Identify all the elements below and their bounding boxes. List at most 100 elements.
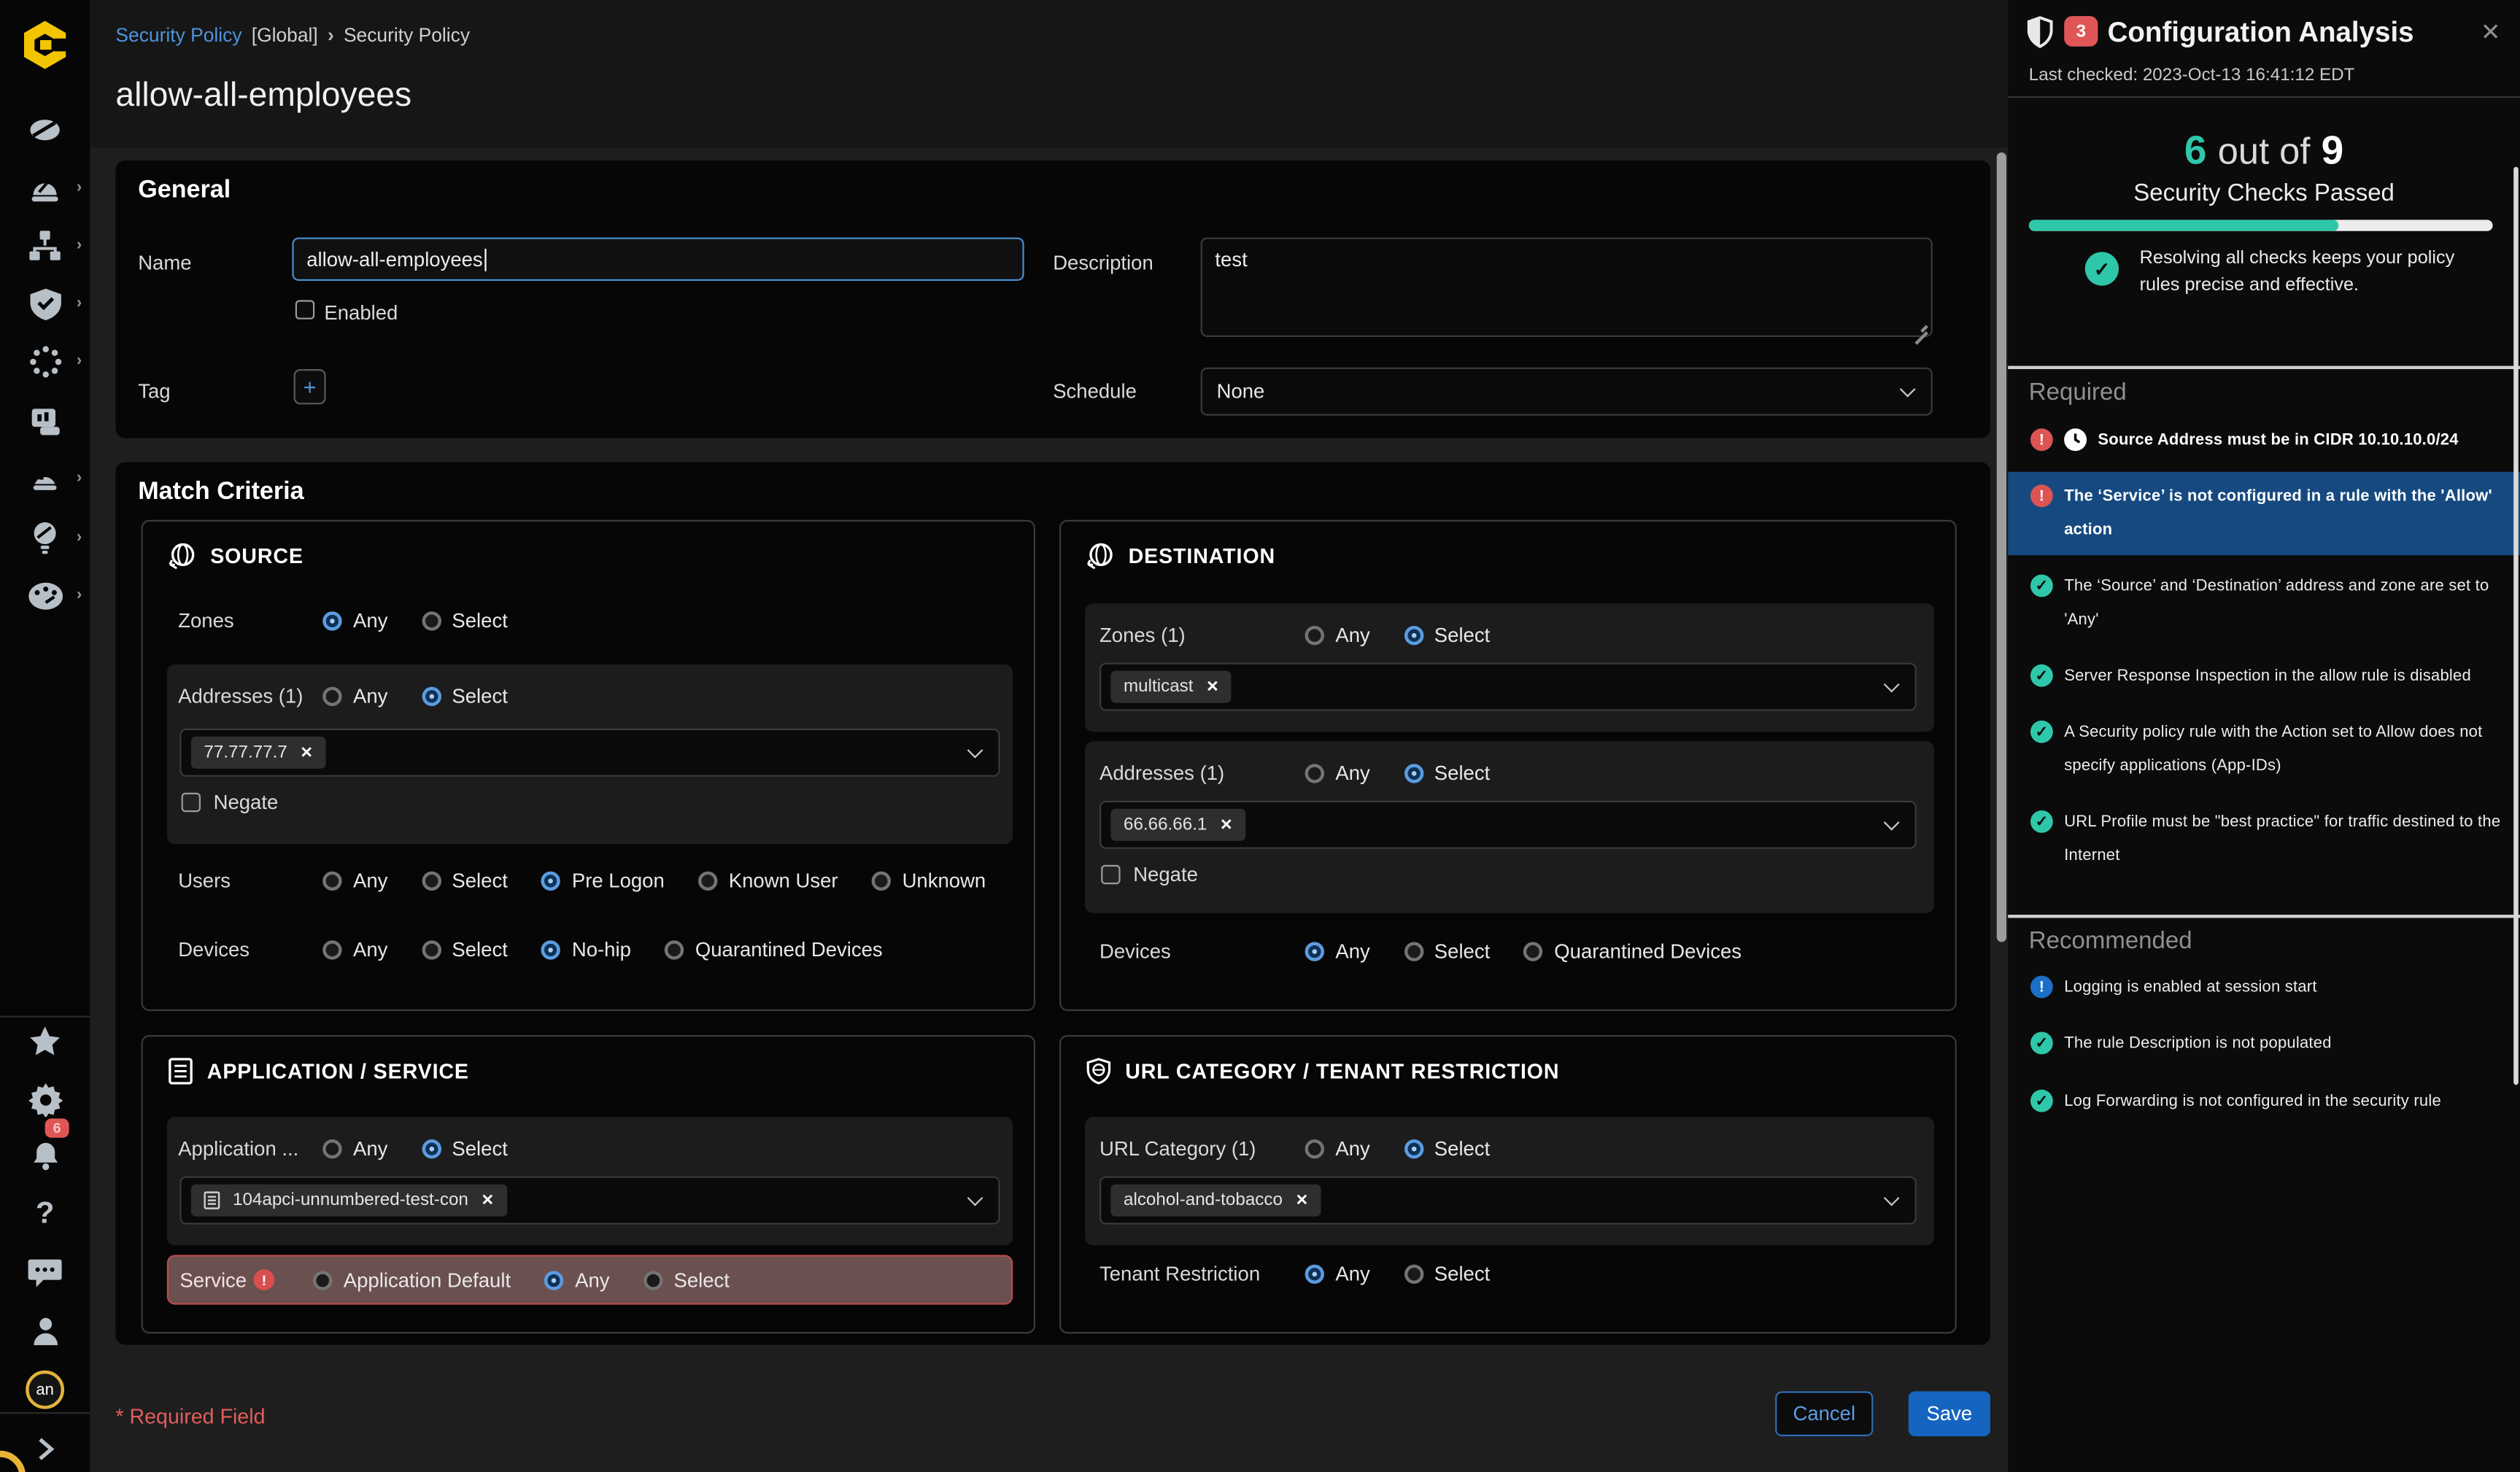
- divider: [2008, 96, 2520, 98]
- url-category-dropdown[interactable]: alcohol-and-tobacco✕: [1099, 1177, 1917, 1225]
- sidebar-item-insights[interactable]: ›: [0, 511, 90, 565]
- remove-chip-icon[interactable]: ✕: [1220, 816, 1233, 834]
- check-item[interactable]: ! Source Address must be in CIDR 10.10.1…: [2008, 424, 2520, 457]
- check-item[interactable]: ✓ URL Profile must be "best practice" fo…: [2008, 805, 2520, 872]
- check-item[interactable]: ✓ Log Forwarding is not configured in th…: [2008, 1085, 2520, 1118]
- radio-any[interactable]: [1305, 626, 1324, 645]
- breadcrumb-chevron-icon: ›: [328, 24, 334, 47]
- radio-pre-logon[interactable]: [541, 872, 560, 891]
- source-zones-row: Zones Any Select: [178, 603, 541, 638]
- radio-select[interactable]: [422, 611, 441, 630]
- check-icon: ✓: [2030, 721, 2053, 743]
- sidebar-item-user[interactable]: [0, 1303, 90, 1357]
- radio-select[interactable]: [422, 872, 441, 891]
- radio-quarantined[interactable]: [665, 940, 684, 959]
- remove-chip-icon[interactable]: ✕: [1206, 678, 1219, 696]
- negate-checkbox[interactable]: [1101, 865, 1120, 884]
- save-button[interactable]: Save: [1909, 1391, 1990, 1436]
- radio-any[interactable]: [322, 687, 341, 706]
- check-item[interactable]: ✓ The rule Description is not populated: [2008, 1027, 2520, 1061]
- text-caret: [484, 248, 486, 271]
- source-panel: SOURCE Zones Any Select Addresses (1) An…: [142, 520, 1035, 1011]
- enabled-checkbox[interactable]: [295, 300, 314, 319]
- url-category-header: URL CATEGORY / TENANT RESTRICTION: [1086, 1058, 1559, 1085]
- radio-select[interactable]: [1404, 764, 1423, 783]
- radio-select[interactable]: [1404, 1139, 1423, 1158]
- main-scrollbar[interactable]: [1993, 0, 2008, 1472]
- check-item[interactable]: ✓ The ‘Source’ and ‘Destination’ address…: [2008, 570, 2520, 637]
- sidebar-item-monitor[interactable]: ›: [0, 568, 90, 623]
- enabled-label: Enabled: [324, 302, 398, 325]
- sidebar-item-alarms[interactable]: ›: [0, 160, 90, 215]
- radio-select[interactable]: [1404, 942, 1423, 961]
- negate-checkbox[interactable]: [182, 793, 201, 812]
- sidebar-item-notifications[interactable]: 6: [0, 1128, 90, 1183]
- sidebar-divider: [0, 1412, 90, 1414]
- analysis-title: Configuration Analysis: [2108, 16, 2414, 50]
- radio-any[interactable]: [322, 872, 341, 891]
- radio-any[interactable]: [322, 611, 341, 630]
- radio-select[interactable]: [643, 1270, 662, 1289]
- sidebar-item-workflows[interactable]: ›: [0, 334, 90, 389]
- recommended-checklist: ! Logging is enabled at session start ✓ …: [2008, 971, 2520, 1141]
- description-textarea[interactable]: test: [1201, 238, 1933, 337]
- destination-addresses-group: Addresses (1) Any Select 66.66.66.1✕ Neg…: [1085, 741, 1934, 913]
- breadcrumb-link[interactable]: Security Policy: [115, 24, 241, 47]
- check-item[interactable]: ! Logging is enabled at session start: [2008, 971, 2520, 1004]
- sidebar-item-chat[interactable]: [0, 1245, 90, 1300]
- chevron-right-icon: ›: [77, 295, 82, 312]
- radio-select[interactable]: [422, 940, 441, 959]
- radio-any[interactable]: [322, 1139, 341, 1158]
- sidebar-item-security[interactable]: ›: [0, 276, 90, 330]
- radio-quarantined[interactable]: [1523, 942, 1542, 961]
- radio-any[interactable]: [1305, 1139, 1324, 1158]
- remove-chip-icon[interactable]: ✕: [1296, 1192, 1309, 1209]
- panel-scrollbar-thumb[interactable]: [2513, 167, 2519, 1085]
- destination-zones-dropdown[interactable]: multicast✕: [1099, 663, 1917, 711]
- remove-chip-icon[interactable]: ✕: [481, 1192, 494, 1209]
- check-item[interactable]: ✓ A Security policy rule with the Action…: [2008, 716, 2520, 783]
- sidebar-item-favorites[interactable]: [0, 1014, 90, 1069]
- scrollbar-thumb[interactable]: [1996, 152, 2006, 942]
- chevron-down-icon: [1884, 677, 1900, 693]
- source-users-row: Users Any Select Pre Logon Known User Un…: [178, 864, 1019, 899]
- destination-devices-row: Devices Any Select Quarantined Devices: [1099, 934, 1775, 969]
- user-avatar[interactable]: an: [0, 1363, 90, 1417]
- radio-application-default[interactable]: [313, 1270, 332, 1289]
- radio-select[interactable]: [1404, 1265, 1423, 1284]
- radio-select[interactable]: [422, 1139, 441, 1158]
- application-dropdown[interactable]: 104apci-unnumbered-test-con✕: [179, 1177, 1000, 1225]
- remove-chip-icon[interactable]: ✕: [300, 744, 313, 762]
- sidebar-item-incidents[interactable]: ›: [0, 451, 90, 505]
- progress-fill: [2029, 220, 2338, 231]
- radio-any[interactable]: [322, 940, 341, 959]
- left-sidebar: › › › › › › › 6 ? an: [0, 0, 90, 1472]
- name-input[interactable]: allow-all-employees: [292, 238, 1024, 281]
- check-item[interactable]: ✓ Server Response Inspection in the allo…: [2008, 659, 2520, 693]
- clock-icon: [2064, 428, 2087, 451]
- destination-addresses-dropdown[interactable]: 66.66.66.1✕: [1099, 801, 1917, 849]
- radio-no-hip[interactable]: [541, 940, 560, 959]
- radio-any[interactable]: [1305, 942, 1324, 961]
- close-icon[interactable]: ✕: [2481, 18, 2501, 47]
- radio-select[interactable]: [422, 687, 441, 706]
- sidebar-item-network[interactable]: ›: [0, 218, 90, 273]
- radio-unknown[interactable]: [872, 872, 891, 891]
- match-criteria-section: Match Criteria SOURCE Zones Any Select A…: [115, 462, 1990, 1345]
- sidebar-item-settings[interactable]: [0, 1072, 90, 1127]
- radio-any[interactable]: [1305, 764, 1324, 783]
- radio-known-user[interactable]: [698, 872, 717, 891]
- source-addresses-dropdown[interactable]: 77.77.77.7✕: [179, 729, 1000, 777]
- radio-select[interactable]: [1404, 626, 1423, 645]
- schedule-select[interactable]: None: [1201, 368, 1933, 416]
- sidebar-item-reports[interactable]: [0, 393, 90, 448]
- sidebar-item-help[interactable]: ?: [0, 1188, 90, 1242]
- resize-handle-icon[interactable]: [1915, 319, 1928, 333]
- cancel-button[interactable]: Cancel: [1775, 1391, 1873, 1436]
- brand-logo-icon[interactable]: [21, 19, 69, 75]
- check-item-selected[interactable]: ! The ‘Service’ is not configured in a r…: [2008, 472, 2520, 555]
- radio-any[interactable]: [544, 1270, 563, 1289]
- sidebar-item-dashboard[interactable]: [0, 103, 90, 158]
- radio-any[interactable]: [1305, 1265, 1324, 1284]
- add-tag-button[interactable]: +: [294, 369, 326, 404]
